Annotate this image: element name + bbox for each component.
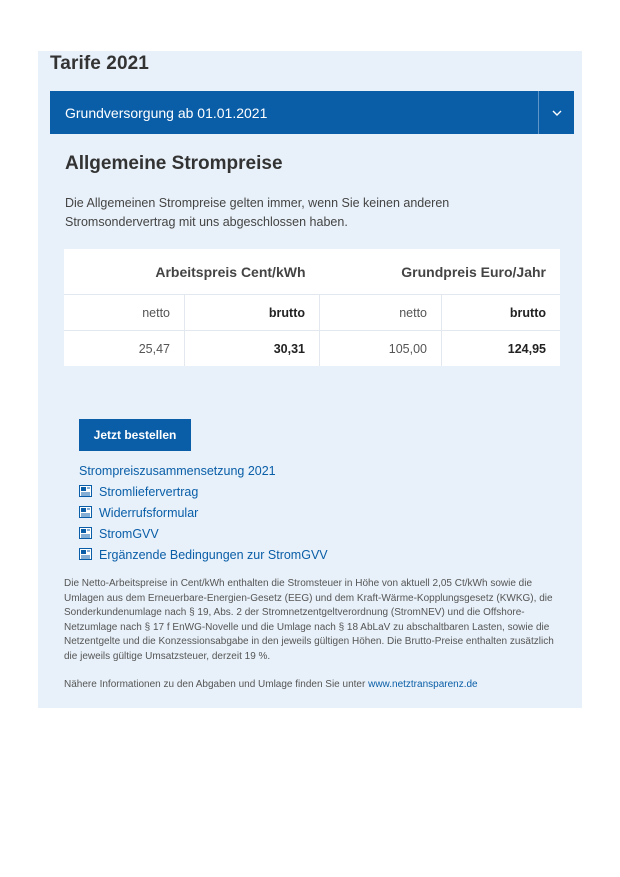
table-group-header: Grundpreis Euro/Jahr [319,249,560,295]
document-icon [79,506,93,519]
document-icon [79,485,93,498]
document-link-label[interactable]: Ergänzende Bedingungen zur StromGVV [99,548,328,562]
document-icon [79,548,93,561]
document-icon [79,527,93,540]
chevron-down-icon [552,104,562,122]
price-table: Arbeitspreis Cent/kWh Grundpreis Euro/Ja… [64,249,560,366]
document-link-label[interactable]: Widerrufsformular [99,506,198,520]
document-link[interactable]: Ergänzende Bedingungen zur StromGVV [79,544,328,565]
table-cell: 30,31 [184,330,320,366]
intro-text: Die Allgemeinen Strompreise gelten immer… [65,196,450,229]
table-subheader: brutto [184,294,320,331]
document-link[interactable]: StromGVV [79,523,328,544]
table-group-header: Arbeitspreis Cent/kWh [64,249,320,295]
tariff-accordion[interactable]: Grundversorgung ab 01.01.2021 [50,91,574,134]
document-list: Stromliefervertrag Widerrufsformular Str… [79,481,328,565]
section-title: Allgemeine Strompreise [65,153,283,174]
netztransparenz-link[interactable]: www.netztransparenz.de [368,679,478,690]
tariff-panel: Tarife 2021 Grundversorgung ab 01.01.202… [38,51,582,708]
order-button[interactable]: Jetzt bestellen [79,419,191,451]
document-link-label[interactable]: Stromliefervertrag [99,485,198,499]
document-link[interactable]: Widerrufsformular [79,502,328,523]
info-line: Nähere Informationen zu den Abgaben und … [64,679,478,690]
table-cell: 25,47 [138,341,170,356]
table-cell: 124,95 [441,330,560,366]
table-cell: 105,00 [319,330,442,366]
panel-title: Tarife 2021 [50,53,149,74]
table-subheader: brutto [441,294,560,331]
accordion-toggle-button[interactable] [538,91,574,134]
footnote: Die Netto-Arbeitspreise in Cent/kWh enth… [64,578,554,662]
table-subheader: netto [64,294,185,331]
price-composition-link[interactable]: Strompreiszusammensetzung 2021 [79,464,276,478]
table-subheader: netto [319,294,442,331]
document-link-label[interactable]: StromGVV [99,527,159,541]
accordion-label[interactable]: Grundversorgung ab 01.01.2021 [50,91,538,134]
document-link[interactable]: Stromliefervertrag [79,481,328,502]
info-text: Nähere Informationen zu den Abgaben und … [64,679,369,690]
